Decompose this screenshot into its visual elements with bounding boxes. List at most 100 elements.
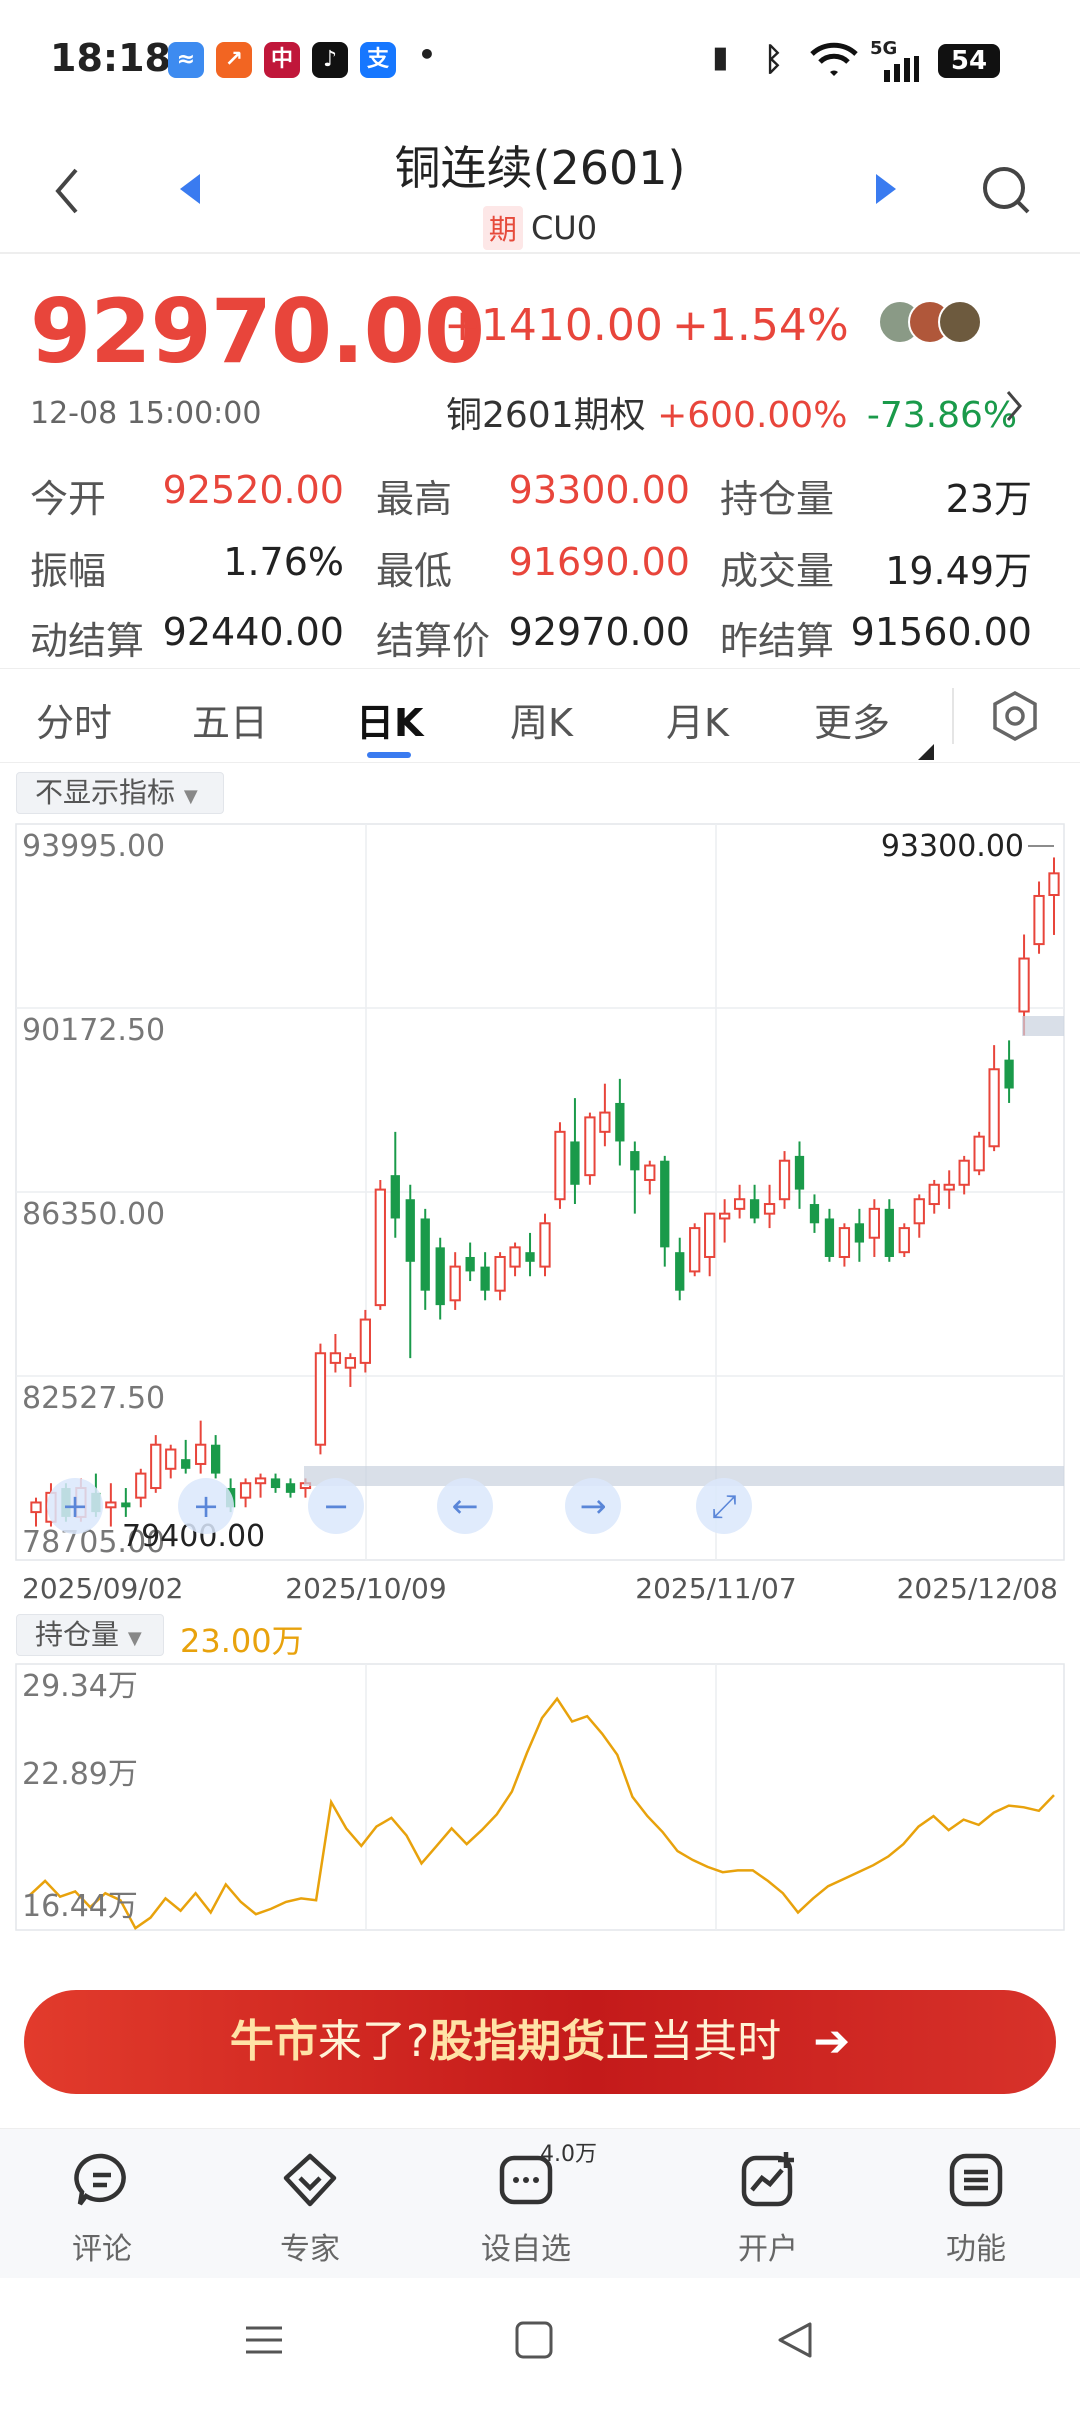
candle-body xyxy=(689,1227,701,1273)
nav-open-account-label: 开户 xyxy=(738,2232,798,2267)
tab-2[interactable]: 日K xyxy=(356,692,423,747)
candle-body xyxy=(809,1204,820,1224)
candle-body xyxy=(570,1141,580,1185)
tab-separator xyxy=(952,688,954,744)
next-contract-icon[interactable] xyxy=(874,172,898,206)
candle-body xyxy=(254,1477,267,1485)
candle-body xyxy=(644,1164,656,1181)
x-tick-label: 2025/12/08 xyxy=(897,1572,1058,1600)
candle-body xyxy=(121,1502,131,1508)
notification-dot-icon: • xyxy=(418,38,436,71)
chevron-right-icon[interactable] xyxy=(1004,388,1024,424)
fullscreen-icon-glyph: ⤢ xyxy=(711,1487,737,1525)
nav-open-account[interactable]: 开户 xyxy=(698,2150,838,2268)
wifi-icon xyxy=(810,42,858,76)
status-time: 18:18 xyxy=(50,36,171,80)
candle-body xyxy=(794,1155,805,1190)
open-account-icon xyxy=(741,2152,794,2207)
tab-1[interactable]: 五日 xyxy=(192,692,268,747)
candle-body xyxy=(973,1135,985,1172)
candle-body xyxy=(359,1318,371,1364)
oi-value: 23.00万 xyxy=(180,1622,304,1660)
oi-label: 持仓量 xyxy=(35,1618,120,1651)
candle-body xyxy=(554,1130,566,1201)
nav-divider xyxy=(0,252,1080,254)
kline-chart[interactable]: 93995.0090172.5086350.0082527.5078705.00… xyxy=(0,820,1080,1600)
app-icon-blue: ≈ xyxy=(168,42,204,78)
candle-body xyxy=(165,1448,177,1470)
tab-0[interactable]: 分时 xyxy=(36,692,112,747)
caret-down-icon: ▼ xyxy=(183,786,198,807)
indicator-selector[interactable]: 不显示指标 ▼ xyxy=(16,772,224,814)
last-price: 92970.00 xyxy=(30,280,485,383)
stat-value: 91690.00 xyxy=(508,540,690,584)
system-back-icon[interactable] xyxy=(776,2320,816,2360)
tab-5[interactable]: 更多 xyxy=(814,692,890,747)
banner-part3: 股指期货 xyxy=(429,2016,606,2067)
x-tick-label: 2025/09/02 xyxy=(22,1572,183,1600)
candle-body xyxy=(30,1501,42,1514)
candle-body xyxy=(749,1199,760,1219)
candle-body xyxy=(763,1203,776,1215)
candle-body xyxy=(285,1483,296,1493)
candle-body xyxy=(719,1212,731,1220)
stat-value: 92970.00 xyxy=(508,610,690,654)
option-link[interactable]: 铜2601期权 +600.00% -73.86% xyxy=(446,386,1017,438)
active-tab-indicator xyxy=(367,752,411,758)
nav-menu-label: 功能 xyxy=(946,2232,1006,2267)
candle-body xyxy=(135,1472,147,1499)
expert-icon xyxy=(283,2153,337,2207)
candle-body xyxy=(539,1222,551,1268)
home-icon[interactable] xyxy=(514,2320,554,2360)
stat-value: 23万 xyxy=(945,477,1032,521)
banner-part2: 来了? xyxy=(317,2016,430,2067)
candle-body xyxy=(449,1265,461,1302)
contract-code-text: CU0 xyxy=(530,209,598,247)
candle-body xyxy=(390,1175,400,1219)
candle-body xyxy=(181,1459,191,1469)
candle-body xyxy=(615,1102,625,1142)
signal-icon xyxy=(884,56,919,82)
candle-body xyxy=(599,1111,611,1133)
stat-label: 持仓量 xyxy=(720,477,835,521)
chart-settings-icon[interactable] xyxy=(990,690,1040,742)
oi-y-tick-label: 29.34万 xyxy=(22,1669,138,1704)
tab-4[interactable]: 月K xyxy=(666,692,729,747)
candle-body xyxy=(733,1198,746,1210)
search-icon[interactable] xyxy=(980,164,1032,218)
candle-body xyxy=(584,1116,596,1177)
stat-label: 结算价 xyxy=(376,619,491,663)
stat-label: 最低 xyxy=(376,549,453,593)
stat-value: 1.76% xyxy=(223,540,344,584)
oi-y-tick-label: 22.89万 xyxy=(22,1757,138,1792)
y-tick-label: 93995.00 xyxy=(22,829,165,864)
banner-part1: 牛市 xyxy=(229,2016,318,2067)
open-interest-chart[interactable]: 29.34万 22.89万 16.44万 xyxy=(0,1660,1080,1940)
oi-frame xyxy=(15,1663,1065,1931)
candle-body xyxy=(405,1199,415,1262)
app-icon-orange: ↗ xyxy=(216,42,252,78)
stat-value: 92440.00 xyxy=(162,610,344,654)
candle-body xyxy=(150,1443,162,1490)
nav-menu[interactable]: 功能 xyxy=(906,2150,1046,2268)
bluetooth-icon: ᛒ xyxy=(764,40,784,78)
candle-body xyxy=(1004,1059,1014,1089)
candle-body xyxy=(494,1255,506,1292)
stat-value: 91560.00 xyxy=(850,610,1032,654)
nav-expert[interactable]: 专家 xyxy=(240,2150,380,2268)
candle-body xyxy=(420,1218,430,1291)
candle-body xyxy=(195,1443,207,1465)
oi-indicator-selector[interactable]: 持仓量 ▼ xyxy=(16,1614,164,1656)
avatar-group[interactable] xyxy=(878,300,988,346)
nav-comment[interactable]: 评论 xyxy=(32,2150,172,2268)
recent-apps-icon[interactable] xyxy=(244,2320,284,2360)
stat-value: 19.49万 xyxy=(885,549,1032,593)
candle-body xyxy=(374,1188,386,1307)
tab-3[interactable]: 周K xyxy=(510,692,573,747)
promo-banner[interactable]: 牛市来了?股指期货正当其时 ➔ xyxy=(24,1990,1056,2094)
candle-body xyxy=(854,1223,865,1243)
menu-icon xyxy=(949,2153,1003,2207)
price-change: +1410.00 xyxy=(444,300,663,351)
y-tick-label: 86350.00 xyxy=(22,1197,165,1232)
candle-body xyxy=(239,1482,252,1499)
